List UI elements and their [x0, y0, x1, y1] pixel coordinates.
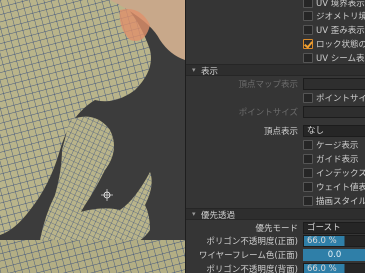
option-geometry-boundary[interactable]: ジオメトリ境界表示	[186, 9, 365, 22]
option-index-display[interactable]: インデックス表示	[186, 166, 365, 179]
uv-seam-checkbox[interactable]	[303, 52, 313, 63]
wire-color-front-label: ワイヤーフレーム色(正面)	[198, 250, 298, 261]
option-label: 描画スタイル独立	[316, 196, 365, 207]
point-size-label: ポイントサイズ	[238, 107, 298, 118]
section-title: 表示	[201, 67, 219, 77]
vertex-display-select[interactable]: なし	[303, 124, 365, 137]
index-display-checkbox[interactable]	[303, 167, 313, 178]
priority-mode-select[interactable]: ゴースト	[303, 221, 365, 234]
vertex-map-field[interactable]	[303, 77, 365, 90]
section-display-header[interactable]: ▾ 表示	[186, 64, 365, 77]
wire-color-front-row: ワイヤーフレーム色(正面) 0.0	[186, 248, 365, 261]
weight-display-checkbox[interactable]	[303, 181, 313, 192]
section-priority-header[interactable]: ▾ 優先透過	[186, 208, 365, 221]
priority-mode-label: 優先モード	[255, 223, 298, 234]
option-label: UV シーム表示	[316, 53, 365, 64]
option-uv-seam[interactable]: UV シーム表示	[186, 51, 365, 64]
option-label: インデックス表示	[316, 168, 365, 179]
option-draw-style-independent[interactable]: 描画スタイル独立	[186, 194, 365, 207]
point-size-row: ポイントサイズ	[186, 105, 365, 118]
option-cage-display[interactable]: ケージ表示	[186, 138, 365, 151]
vertex-map-label: 頂点マップ表示	[238, 79, 298, 90]
point-size-independent-checkbox[interactable]	[303, 92, 313, 103]
option-label: ウェイト値表示	[316, 182, 365, 193]
section-title: 優先透過	[201, 211, 236, 221]
guide-display-checkbox[interactable]	[303, 153, 313, 164]
vertex-display-row: 頂点表示 なし	[186, 124, 365, 137]
poly-opacity-back-row: ポリゴン不透明度(背面) 66.0 %	[186, 262, 365, 273]
option-label: UV 境界表示	[316, 0, 365, 9]
mesh-model	[0, 0, 185, 273]
poly-opacity-front-label: ポリゴン不透明度(正面)	[206, 236, 298, 247]
option-label: ガイド表示	[316, 154, 359, 165]
vertex-map-row: 頂点マップ表示	[186, 77, 365, 90]
option-label: ケージ表示	[316, 140, 359, 151]
point-size-field[interactable]	[303, 105, 365, 118]
uv-distortion-checkbox[interactable]	[303, 24, 313, 35]
draw-style-independent-checkbox[interactable]	[303, 195, 313, 206]
option-label: ロック状態のメッシュ	[316, 39, 365, 50]
option-label: ジオメトリ境界表示	[316, 11, 365, 22]
option-locked-mesh[interactable]: ロック状態のメッシュ	[186, 37, 365, 50]
option-weight-display[interactable]: ウェイト値表示	[186, 180, 365, 193]
vertex-display-label: 頂点表示	[263, 126, 298, 137]
cage-display-checkbox[interactable]	[303, 139, 313, 150]
priority-mode-row: 優先モード ゴースト	[186, 221, 365, 234]
option-label: ポイントサイズ独立	[316, 93, 365, 104]
geometry-boundary-checkbox[interactable]	[303, 10, 313, 21]
poly-opacity-front-slider[interactable]: 66.0 %	[303, 234, 365, 247]
option-label: UV 歪み表示	[316, 25, 365, 36]
collapse-arrow-icon: ▾	[192, 210, 196, 218]
3d-viewport[interactable]	[0, 0, 185, 273]
poly-opacity-back-label: ポリゴン不透明度(背面)	[206, 264, 298, 273]
option-uv-boundary[interactable]: UV 境界表示	[186, 0, 365, 9]
wire-color-front-field[interactable]: 0.0	[303, 248, 365, 261]
poly-opacity-front-row: ポリゴン不透明度(正面) 66.0 %	[186, 234, 365, 247]
properties-panel: UV 境界表示 ジオメトリ境界表示 UV 歪み表示 ロック状態のメッシュ UV …	[185, 0, 365, 273]
poly-opacity-back-slider[interactable]: 66.0 %	[303, 262, 365, 273]
uv-boundary-checkbox[interactable]	[303, 0, 313, 8]
option-uv-distortion[interactable]: UV 歪み表示	[186, 23, 365, 36]
locked-mesh-checkbox[interactable]	[303, 38, 313, 49]
option-guide-display[interactable]: ガイド表示	[186, 152, 365, 165]
collapse-arrow-icon: ▾	[192, 66, 196, 74]
option-point-size-independent[interactable]: ポイントサイズ独立	[186, 91, 365, 104]
